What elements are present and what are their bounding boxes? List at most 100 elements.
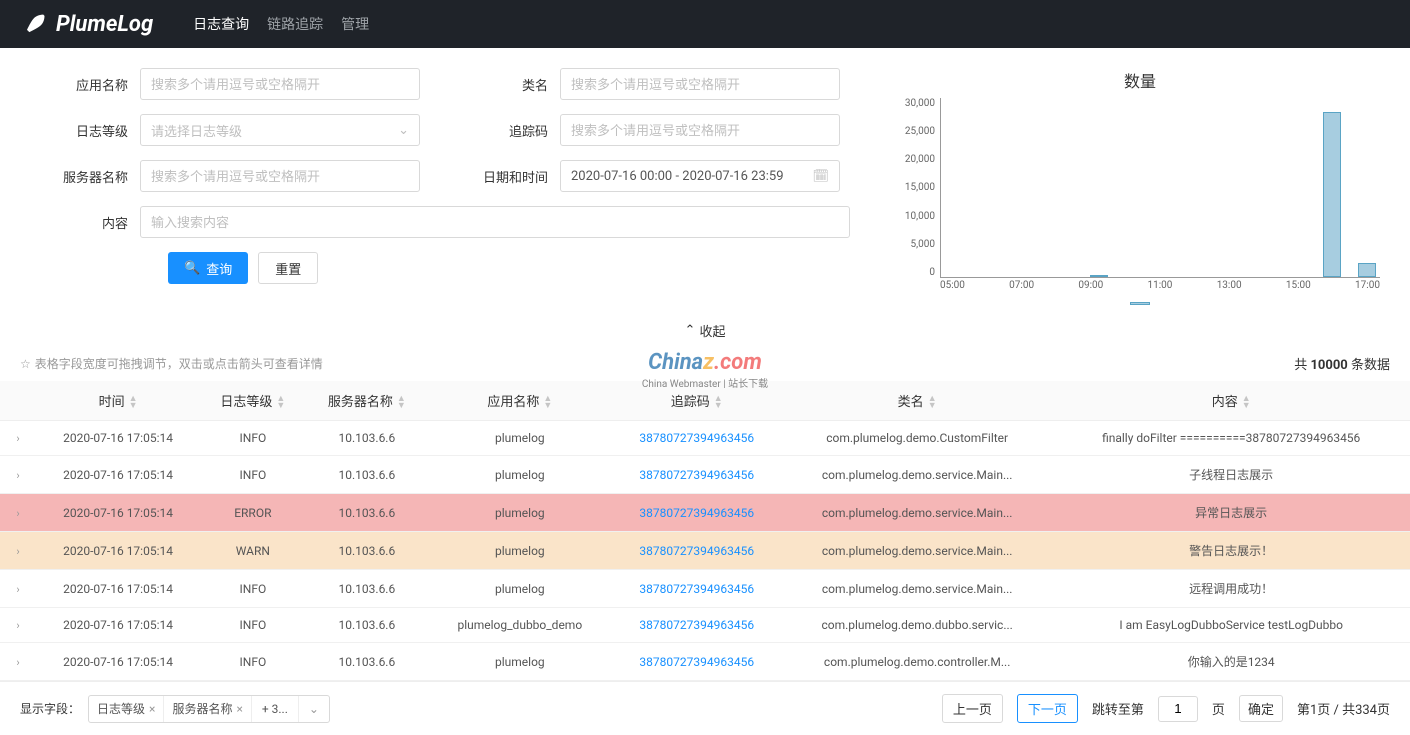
y-tick: 5,000 bbox=[911, 239, 935, 250]
top-navbar: PlumeLog 日志查询链路追踪管理 bbox=[0, 0, 1410, 48]
nav-item-1[interactable]: 链路追踪 bbox=[267, 14, 323, 34]
trace-input[interactable] bbox=[560, 114, 840, 146]
info-bar: ☆ 表格字段宽度可拖拽调节，双击或点击箭头可查看详情 共 10000 条数据 bbox=[0, 346, 1410, 381]
star-icon: ☆ bbox=[20, 357, 31, 371]
cell-content: 警告日志展示！ bbox=[1052, 532, 1410, 570]
query-label: 查询 bbox=[206, 259, 232, 278]
chart-bar[interactable] bbox=[1358, 263, 1376, 277]
trace-link[interactable]: 38780727394963456 bbox=[639, 544, 754, 558]
calendar-icon: 🗓 bbox=[812, 169, 829, 184]
query-button[interactable]: 🔍 查询 bbox=[168, 252, 248, 284]
sort-icon: ▲▼ bbox=[543, 396, 552, 410]
cell-trace: 38780727394963456 bbox=[612, 494, 782, 532]
chart-bar[interactable] bbox=[1090, 275, 1108, 277]
cell-server: 10.103.6.6 bbox=[306, 643, 428, 681]
prev-page-button[interactable]: 上一页 bbox=[942, 694, 1003, 723]
content-input[interactable] bbox=[140, 206, 850, 238]
col-header[interactable]: 时间▲▼ bbox=[36, 381, 200, 421]
server-input[interactable] bbox=[140, 160, 420, 192]
trace-link[interactable]: 38780727394963456 bbox=[639, 431, 754, 445]
chart-bar[interactable] bbox=[1323, 112, 1341, 277]
field-tag[interactable]: 日志等级× bbox=[89, 696, 164, 722]
cell-class: com.plumelog.demo.dubbo.servic... bbox=[782, 608, 1052, 643]
expand-icon[interactable]: › bbox=[16, 545, 19, 558]
chart-x-axis: 05:0007:0009:0011:0013:0015:0017:00 bbox=[940, 280, 1380, 298]
table-row[interactable]: ›2020-07-16 17:05:14INFO10.103.6.6plumel… bbox=[0, 608, 1410, 643]
close-icon[interactable]: × bbox=[149, 702, 155, 716]
chevron-down-icon[interactable]: ⌄ bbox=[299, 696, 329, 722]
expand-icon[interactable]: › bbox=[16, 432, 19, 445]
cell-app: plumelog bbox=[428, 456, 611, 494]
col-header[interactable]: 类名▲▼ bbox=[782, 381, 1052, 421]
table-row[interactable]: ›2020-07-16 17:05:14INFO10.103.6.6plumel… bbox=[0, 421, 1410, 456]
cell-class: com.plumelog.demo.CustomFilter bbox=[782, 421, 1052, 456]
bar-chart[interactable]: 30,00025,00020,00015,00010,0005,0000 05:… bbox=[890, 98, 1390, 298]
expand-icon[interactable]: › bbox=[16, 619, 19, 632]
trace-link[interactable]: 38780727394963456 bbox=[639, 582, 754, 596]
col-header[interactable]: 追踪码▲▼ bbox=[612, 381, 782, 421]
cell-trace: 38780727394963456 bbox=[612, 532, 782, 570]
table-row[interactable]: ›2020-07-16 17:05:14WARN10.103.6.6plumel… bbox=[0, 532, 1410, 570]
sort-icon: ▲▼ bbox=[714, 396, 723, 410]
trace-link[interactable]: 38780727394963456 bbox=[639, 618, 754, 632]
jump-confirm-button[interactable]: 确定 bbox=[1239, 695, 1283, 722]
chevron-up-icon: ⌃ bbox=[685, 323, 696, 338]
expand-icon[interactable]: › bbox=[16, 469, 19, 482]
tag-group[interactable]: 日志等级×服务器名称×+ 3...⌄ bbox=[88, 695, 330, 723]
search-form: 应用名称 类名 日志等级 请选择日志等级 ⌄ 追踪码 bbox=[20, 68, 870, 305]
chart-y-axis: 30,00025,00020,00015,00010,0005,0000 bbox=[890, 98, 940, 278]
field-tag[interactable]: 服务器名称× bbox=[164, 696, 251, 722]
pagination: 上一页 下一页 跳转至第 页 确定 第1页 / 共334页 bbox=[942, 694, 1390, 723]
class-input[interactable] bbox=[560, 68, 840, 100]
search-icon: 🔍 bbox=[184, 260, 200, 276]
col-header[interactable]: 内容▲▼ bbox=[1052, 381, 1410, 421]
reset-button[interactable]: 重置 bbox=[258, 252, 318, 284]
total-count: 共 10000 条数据 bbox=[1294, 354, 1390, 373]
trace-link[interactable]: 38780727394963456 bbox=[639, 506, 754, 520]
nav-item-0[interactable]: 日志查询 bbox=[193, 14, 249, 34]
col-header[interactable]: 服务器名称▲▼ bbox=[306, 381, 428, 421]
expand-icon[interactable]: › bbox=[16, 507, 19, 520]
expand-icon[interactable]: › bbox=[16, 583, 19, 596]
trace-link[interactable]: 38780727394963456 bbox=[639, 468, 754, 482]
cell-level: ERROR bbox=[200, 494, 306, 532]
x-tick: 09:00 bbox=[1078, 280, 1103, 298]
x-tick: 17:00 bbox=[1355, 280, 1380, 298]
more-tags[interactable]: + 3... bbox=[252, 696, 299, 722]
col-header[interactable]: 日志等级▲▼ bbox=[200, 381, 306, 421]
table-row[interactable]: ›2020-07-16 17:05:14INFO10.103.6.6plumel… bbox=[0, 643, 1410, 681]
label-app: 应用名称 bbox=[20, 75, 140, 94]
level-select[interactable]: 请选择日志等级 ⌄ bbox=[140, 114, 420, 146]
y-tick: 20,000 bbox=[905, 154, 935, 165]
cell-app: plumelog bbox=[428, 643, 611, 681]
total-number: 10000 bbox=[1310, 358, 1347, 373]
table-row[interactable]: ›2020-07-16 17:05:14ERROR10.103.6.6plume… bbox=[0, 494, 1410, 532]
nav-item-2[interactable]: 管理 bbox=[341, 14, 369, 34]
cell-trace: 38780727394963456 bbox=[612, 456, 782, 494]
cell-class: com.plumelog.demo.service.Main... bbox=[782, 570, 1052, 608]
table-row[interactable]: ›2020-07-16 17:05:14INFO10.103.6.6plumel… bbox=[0, 570, 1410, 608]
search-panel: 应用名称 类名 日志等级 请选择日志等级 ⌄ 追踪码 bbox=[0, 48, 1410, 315]
cell-class: com.plumelog.demo.service.Main... bbox=[782, 532, 1052, 570]
collapse-toggle[interactable]: ⌃ 收起 bbox=[0, 315, 1410, 346]
total-prefix: 共 bbox=[1294, 358, 1310, 373]
table-row[interactable]: ›2020-07-16 17:05:14INFO10.103.6.6plumel… bbox=[0, 456, 1410, 494]
page-number-input[interactable] bbox=[1158, 696, 1198, 722]
chevron-down-icon: ⌄ bbox=[398, 123, 409, 138]
cell-level: INFO bbox=[200, 643, 306, 681]
date-range-picker[interactable]: 2020-07-16 00:00 - 2020-07-16 23:59 🗓 bbox=[560, 160, 840, 192]
col-header[interactable]: 应用名称▲▼ bbox=[428, 381, 611, 421]
app-input[interactable] bbox=[140, 68, 420, 100]
x-tick: 05:00 bbox=[940, 280, 965, 298]
cell-app: plumelog bbox=[428, 494, 611, 532]
trace-link[interactable]: 38780727394963456 bbox=[639, 655, 754, 669]
cell-content: 异常日志展示 bbox=[1052, 494, 1410, 532]
next-page-button[interactable]: 下一页 bbox=[1017, 694, 1078, 723]
main-nav: 日志查询链路追踪管理 bbox=[193, 14, 369, 34]
expand-icon[interactable]: › bbox=[16, 656, 19, 669]
cell-content: 远程调用成功！ bbox=[1052, 570, 1410, 608]
footer-bar: 显示字段： 日志等级×服务器名称×+ 3...⌄ 上一页 下一页 跳转至第 页 … bbox=[0, 681, 1410, 735]
close-icon[interactable]: × bbox=[236, 702, 242, 716]
cell-level: INFO bbox=[200, 421, 306, 456]
sort-icon: ▲▼ bbox=[129, 396, 138, 410]
